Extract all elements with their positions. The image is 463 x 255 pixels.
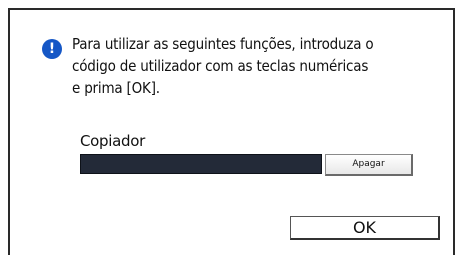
dialog-message: Para utilizar as seguintes funções, intr… [72,33,452,99]
info-icon: ! [42,39,62,59]
function-label: Copiador [80,132,145,150]
user-code-input[interactable] [80,154,322,174]
message-line: Para utilizar as seguintes funções, intr… [72,35,374,53]
message-line: e prima [OK]. [72,79,160,97]
message-line: código de utilizador com as teclas numér… [72,57,369,75]
clear-button[interactable]: Apagar [325,154,413,176]
ok-button[interactable]: OK [290,216,440,240]
